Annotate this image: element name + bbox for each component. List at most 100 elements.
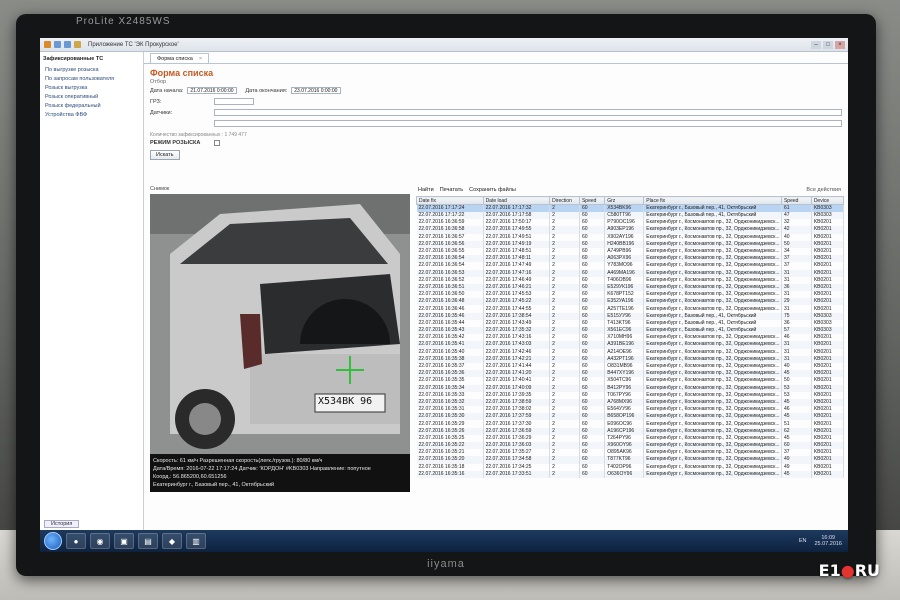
table-cell: 22.07.2016 16:36:51: [416, 283, 484, 292]
table-row[interactable]: 22.07.2016 16:35:42 22.07.2016 17:43:16 2 6…: [416, 334, 845, 342]
table-row[interactable]: 22.07.2016 16:35:38 22.07.2016 17:42:21 2 6…: [416, 355, 845, 363]
table-cell: 22.07.2016 16:36:46: [416, 305, 484, 313]
e1-watermark: E1●RU: [819, 561, 880, 580]
table-cell: 2: [549, 305, 580, 313]
table-row[interactable]: 22.07.2016 16:36:55 22.07.2016 17:48:51 2 6…: [416, 247, 845, 256]
clock[interactable]: 16:09 25.07.2016: [814, 535, 842, 548]
date-start-input[interactable]: 21.07.2016 0:00:00: [187, 87, 238, 94]
save-files-button[interactable]: Сохранить файлы: [469, 187, 516, 193]
table-row[interactable]: 22.07.2016 16:36:59 22.07.2016 17:50:17 2 6…: [416, 219, 845, 227]
close-icon[interactable]: ×: [835, 40, 845, 49]
table-row[interactable]: 22.07.2016 16:36:51 22.07.2016 17:46:21 2 6…: [416, 283, 845, 292]
chrome-icon[interactable]: ◉: [90, 533, 110, 549]
star-icon[interactable]: [74, 41, 81, 48]
table-row[interactable]: 22.07.2016 17:17:24 22.07.2016 17:17:32 2 6…: [416, 204, 845, 212]
table-row[interactable]: 22.07.2016 16:35:22 22.07.2016 17:36:03 2 6…: [416, 442, 845, 450]
start-button[interactable]: [44, 532, 62, 550]
grz-input[interactable]: [214, 98, 254, 105]
table-row[interactable]: 22.07.2016 16:35:18 22.07.2016 17:34:25 2 6…: [416, 463, 845, 471]
table-cell: KB0201: [811, 370, 845, 378]
sidebar-item-devices[interactable]: Устройства ФВФ: [43, 110, 140, 119]
sensors-row: Датчики:: [144, 107, 848, 118]
table-row[interactable]: 22.07.2016 16:35:43 22.07.2016 17:35:32 2 6…: [416, 327, 845, 335]
table-row[interactable]: 22.07.2016 16:35:32 22.07.2016 17:38:59 2 6…: [416, 398, 845, 407]
table-row[interactable]: 22.07.2016 16:35:35 22.07.2016 17:40:41 2 6…: [416, 377, 845, 385]
language-indicator[interactable]: EN: [799, 538, 807, 544]
sidebar-item-search-operative[interactable]: Розыск оперативный: [43, 92, 140, 101]
find-tool-button[interactable]: Найти: [418, 187, 434, 193]
app-window-icon[interactable]: ▥: [186, 533, 206, 549]
table-row[interactable]: 22.07.2016 16:35:16 22.07.2016 17:33:51 2 6…: [416, 470, 845, 478]
table-row[interactable]: 22.07.2016 16:36:48 22.07.2016 17:45:22 2 6…: [416, 298, 845, 306]
column-header[interactable]: Date fix: [416, 196, 484, 205]
table-row[interactable]: 22.07.2016 16:35:44 22.07.2016 17:43:49 2 6…: [416, 319, 845, 327]
table-row[interactable]: 22.07.2016 16:35:26 22.07.2016 17:36:59 2 6…: [416, 427, 845, 435]
table-row[interactable]: 22.07.2016 16:35:46 22.07.2016 17:38:54 2 6…: [416, 312, 845, 320]
column-header[interactable]: Direction: [549, 196, 580, 205]
table-row[interactable]: 22.07.2016 16:36:58 22.07.2016 17:49:55 2 6…: [416, 226, 845, 234]
user-icon[interactable]: ◆: [162, 533, 182, 549]
table-row[interactable]: 22.07.2016 17:17:22 22.07.2016 17:17:58 2 6…: [416, 212, 845, 220]
folder-icon[interactable]: ▤: [138, 533, 158, 549]
column-header[interactable]: Device: [810, 196, 845, 205]
sensors-select[interactable]: [214, 120, 842, 127]
browser-icon[interactable]: ●: [66, 533, 86, 549]
table-cell: A214OE96: [604, 348, 645, 356]
table-row[interactable]: 22.07.2016 16:35:29 22.07.2016 17:37:30 2 6…: [416, 420, 845, 428]
column-header[interactable]: Speed: [578, 196, 606, 205]
table-row[interactable]: 22.07.2016 16:35:31 22.07.2016 17:38:02 2 6…: [416, 406, 845, 414]
back-icon[interactable]: [54, 41, 61, 48]
minimize-icon[interactable]: –: [811, 40, 821, 49]
table-row[interactable]: 22.07.2016 16:35:36 22.07.2016 17:41:20 2 6…: [416, 370, 845, 378]
sidebar-item-user-requests[interactable]: По запросам пользователя: [43, 74, 140, 83]
sidebar-item-search-federal[interactable]: Розыск федеральный: [43, 101, 140, 110]
table-cell: Екатеринбург г., Базовый пер., 41, Октяб…: [643, 312, 782, 320]
table-row[interactable]: 22.07.2016 16:36:57 22.07.2016 17:49:51 2 6…: [416, 233, 845, 241]
find-button[interactable]: Искать: [150, 150, 180, 160]
table-row[interactable]: 22.07.2016 16:35:37 22.07.2016 17:41:44 2 6…: [416, 362, 845, 371]
table-cell: KB0201: [811, 420, 845, 428]
table-row[interactable]: 22.07.2016 16:36:56 22.07.2016 17:49:19 2 6…: [416, 240, 845, 248]
sensors-input[interactable]: [214, 109, 842, 116]
table-row[interactable]: 22.07.2016 16:35:30 22.07.2016 17:37:59 2 6…: [416, 413, 845, 421]
table-cell: 22.07.2016 16:36:57: [416, 233, 484, 241]
table-row[interactable]: 22.07.2016 16:36:54 22.07.2016 17:48:11 2 6…: [416, 255, 845, 263]
table-row[interactable]: 22.07.2016 16:36:50 22.07.2016 17:45:53 2 6…: [416, 291, 845, 299]
all-actions-menu[interactable]: Все действия: [806, 187, 844, 193]
table-row[interactable]: 22.07.2016 16:35:41 22.07.2016 17:43:03 2 6…: [416, 341, 845, 349]
table-row[interactable]: 22.07.2016 16:36:54 22.07.2016 17:47:49 2 6…: [416, 262, 845, 270]
table-row[interactable]: 22.07.2016 16:36:53 22.07.2016 17:47:16 2 6…: [416, 269, 845, 277]
table-cell: KB0201: [811, 348, 845, 356]
sidebar-item-search-export[interactable]: По выгрузке розыска: [43, 65, 140, 74]
column-header[interactable]: Place fix: [643, 196, 782, 205]
table-cell: 57: [781, 327, 812, 335]
photo-scene: ProLite X2485WS iiyama Приложение ТС 'ЭК…: [0, 0, 900, 600]
table-row[interactable]: 22.07.2016 16:35:21 22.07.2016 17:35:27 2 6…: [416, 449, 845, 457]
column-header[interactable]: Date load: [482, 196, 551, 205]
table-row[interactable]: 22.07.2016 16:35:40 22.07.2016 17:42:46 2 6…: [416, 348, 845, 356]
table-row[interactable]: 22.07.2016 16:36:46 22.07.2016 17:44:55 2 6…: [416, 305, 845, 313]
date-end-input[interactable]: 23.07.2016 0:00:00: [291, 87, 342, 94]
table-cell: 22.07.2016 17:36:59: [483, 427, 551, 435]
network-icon[interactable]: ▣: [114, 533, 134, 549]
tab-list-form[interactable]: Форма списка ×: [150, 53, 210, 63]
tab-close-icon[interactable]: ×: [199, 56, 202, 62]
table-row[interactable]: 22.07.2016 16:35:25 22.07.2016 17:36:29 2 6…: [416, 434, 845, 442]
table-cell: A432PT196: [604, 355, 645, 363]
table-cell: 2: [549, 276, 580, 284]
maximize-icon[interactable]: □: [823, 40, 833, 49]
table-row[interactable]: 22.07.2016 16:35:20 22.07.2016 17:34:58 2 6…: [416, 456, 845, 464]
history-button[interactable]: История: [44, 520, 80, 528]
column-header[interactable]: Speed: [780, 196, 812, 205]
column-header[interactable]: Grz: [604, 196, 645, 205]
forward-icon[interactable]: [64, 41, 71, 48]
mode-checkbox[interactable]: [214, 140, 220, 146]
table-row[interactable]: 22.07.2016 16:35:33 22.07.2016 17:39:35 2 6…: [416, 391, 845, 399]
table-cell: Екатеринбург г., Космонавтов пр., 32, Ор…: [643, 420, 782, 428]
table-cell: 60: [781, 442, 812, 450]
table-row[interactable]: 22.07.2016 16:36:52 22.07.2016 17:46:49 2 6…: [416, 276, 845, 284]
table-row[interactable]: 22.07.2016 16:35:34 22.07.2016 17:40:09 2 6…: [416, 384, 845, 392]
print-tool-button[interactable]: Печатать: [440, 187, 463, 193]
table-cell: 22.07.2016 17:43:49: [483, 319, 551, 327]
sidebar-item-search-unload[interactable]: Розыск выгрузка: [43, 83, 140, 92]
